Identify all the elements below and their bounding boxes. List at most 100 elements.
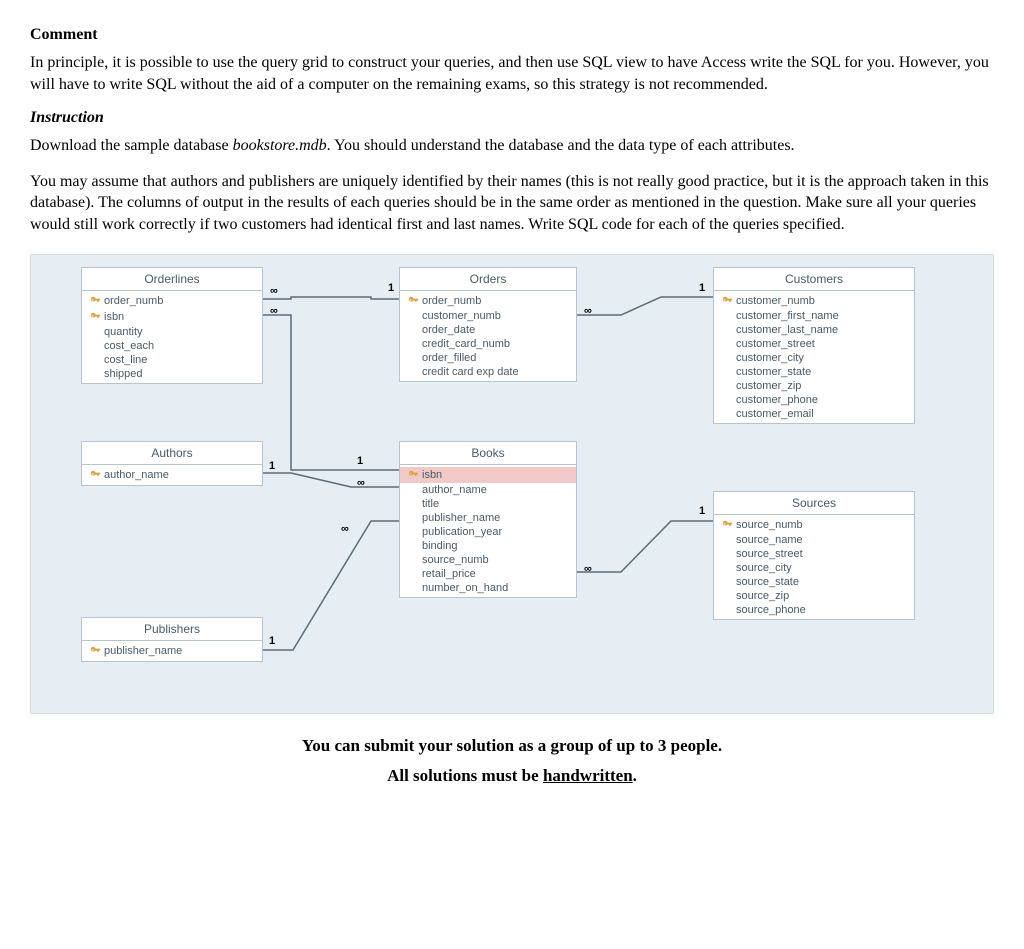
table-books: Books isbnauthor_nametitlepublisher_name…	[399, 441, 577, 598]
field-row: order_numb	[400, 293, 576, 309]
cardinality-one: 1	[269, 460, 275, 472]
field-name: source_numb	[422, 554, 489, 566]
key-icon	[720, 294, 734, 308]
field-row: customer_phone	[714, 393, 914, 407]
field-row: source_city	[714, 561, 914, 575]
field-name: customer_first_name	[736, 310, 839, 322]
field-name: publisher_name	[422, 512, 500, 524]
field-row: customer_street	[714, 337, 914, 351]
field-name: author_name	[422, 484, 487, 496]
cardinality-many: ∞	[357, 477, 365, 489]
key-icon	[408, 469, 419, 480]
key-icon	[90, 295, 101, 306]
key-icon	[722, 295, 733, 306]
field-row: order_filled	[400, 351, 576, 365]
paragraph-instruction-1: Download the sample database bookstore.m…	[30, 135, 994, 157]
field-row: isbn	[82, 309, 262, 325]
field-name: binding	[422, 540, 457, 552]
field-name: retail_price	[422, 568, 476, 580]
field-row: customer_numb	[400, 309, 576, 323]
field-row: customer_state	[714, 365, 914, 379]
cardinality-many: ∞	[341, 523, 349, 535]
field-row: source_street	[714, 547, 914, 561]
key-icon	[88, 310, 102, 324]
key-icon	[406, 294, 420, 308]
field-row: number_on_hand	[400, 581, 576, 595]
field-row: shipped	[82, 367, 262, 381]
table-publishers: Publishers publisher_name	[81, 617, 263, 662]
key-icon	[90, 469, 101, 480]
field-row: source_name	[714, 533, 914, 547]
field-row: publisher_name	[82, 643, 262, 659]
table-orderlines: Orderlines order_numbisbnquantitycost_ea…	[81, 267, 263, 384]
er-diagram: ∞ 1 ∞ 1 ∞ 1 1 ∞ 1 ∞ ∞ 1 Orderlines order…	[30, 254, 994, 714]
table-title: Customers	[714, 268, 914, 291]
field-row: publication_year	[400, 525, 576, 539]
field-name: source_numb	[736, 519, 803, 531]
field-name: source_name	[736, 534, 803, 546]
field-name: customer_email	[736, 408, 814, 420]
field-row: cost_each	[82, 339, 262, 353]
field-name: source_phone	[736, 604, 806, 616]
field-name: customer_numb	[422, 310, 501, 322]
field-name: credit card exp date	[422, 366, 519, 378]
paragraph-comment: In principle, it is possible to use the …	[30, 52, 994, 95]
field-name: publisher_name	[104, 645, 182, 657]
field-name: customer_zip	[736, 380, 801, 392]
field-name: cost_line	[104, 354, 147, 366]
table-title: Orders	[400, 268, 576, 291]
field-name: source_state	[736, 576, 799, 588]
field-name: customer_state	[736, 366, 811, 378]
field-row: customer_zip	[714, 379, 914, 393]
field-row: retail_price	[400, 567, 576, 581]
field-row: publisher_name	[400, 511, 576, 525]
field-row: source_state	[714, 575, 914, 589]
field-row: source_numb	[714, 517, 914, 533]
key-icon	[90, 645, 101, 656]
field-row: isbn	[400, 467, 576, 483]
table-orders: Orders order_numbcustomer_numb order_date…	[399, 267, 577, 382]
field-row: source_numb	[400, 553, 576, 567]
field-name: number_on_hand	[422, 582, 508, 594]
field-row: author_name	[82, 467, 262, 483]
key-icon	[90, 311, 101, 322]
table-title: Publishers	[82, 618, 262, 641]
field-row: customer_numb	[714, 293, 914, 309]
field-row: customer_first_name	[714, 309, 914, 323]
field-name: source_street	[736, 548, 803, 560]
handwritten-word: handwritten	[543, 766, 633, 785]
field-name: customer_street	[736, 338, 815, 350]
field-row: customer_email	[714, 407, 914, 421]
heading-comment: Comment	[30, 26, 994, 44]
table-fields: isbnauthor_nametitlepublisher_namepublic…	[400, 465, 576, 597]
key-icon	[88, 644, 102, 658]
key-icon	[88, 294, 102, 308]
field-name: customer_city	[736, 352, 804, 364]
field-row: author_name	[400, 483, 576, 497]
footer-line-2: All solutions must be handwritten.	[30, 766, 994, 786]
field-name: source_zip	[736, 590, 789, 602]
table-fields: publisher_name	[82, 641, 262, 661]
field-row: source_phone	[714, 603, 914, 617]
field-row: customer_city	[714, 351, 914, 365]
field-name: order_filled	[422, 352, 476, 364]
field-name: customer_numb	[736, 295, 815, 307]
field-name: shipped	[104, 368, 143, 380]
field-name: order_date	[422, 324, 475, 336]
db-filename: bookstore.mdb	[233, 137, 327, 154]
cardinality-many: ∞	[270, 305, 278, 317]
key-icon	[722, 519, 733, 530]
field-row: credit card exp date	[400, 365, 576, 379]
field-name: customer_last_name	[736, 324, 838, 336]
field-row: order_numb	[82, 293, 262, 309]
field-name: order_numb	[104, 295, 163, 307]
field-name: isbn	[104, 311, 124, 323]
table-title: Sources	[714, 492, 914, 515]
table-fields: author_name	[82, 465, 262, 485]
field-name: source_city	[736, 562, 792, 574]
table-fields: order_numbcustomer_numborder_datecredit_…	[400, 291, 576, 381]
table-authors: Authors author_name	[81, 441, 263, 486]
key-icon	[88, 468, 102, 482]
table-title: Orderlines	[82, 268, 262, 291]
table-title: Authors	[82, 442, 262, 465]
